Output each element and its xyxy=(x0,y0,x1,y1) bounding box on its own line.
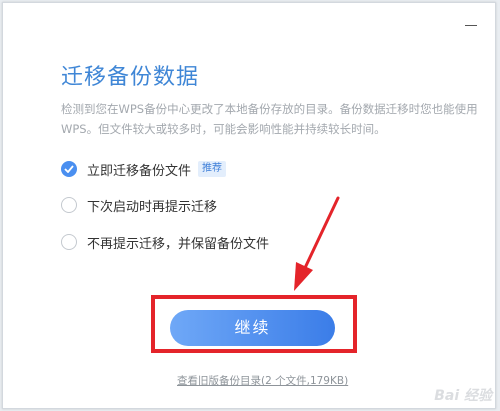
watermark: Bai 经验 xyxy=(434,385,492,405)
option-label: 下次启动时再提示迁移 xyxy=(87,199,218,215)
watermark-text: Bai 经验 xyxy=(434,388,492,404)
annotation-highlight-box xyxy=(151,295,357,353)
dialog-title: 迁移备份数据 xyxy=(61,65,200,90)
option-migrate-now[interactable]: 立即迁移备份文件 推荐 xyxy=(61,158,227,180)
option-never-remind[interactable]: 不再提示迁移，并保留备份文件 xyxy=(61,231,269,253)
radio-unchecked-icon[interactable] xyxy=(61,234,77,250)
minimize-icon[interactable] xyxy=(461,13,481,33)
dialog-description: 检测到您在WPS备份中心更改了本地备份存放的目录。备份数据迁移时您也能使用WPS… xyxy=(61,102,478,136)
option-label: 立即迁移备份文件 xyxy=(87,163,192,179)
view-old-backup-directory-link[interactable]: 查看旧版备份目录(2 个文件,179KB) xyxy=(177,373,348,388)
recommended-badge: 推荐 xyxy=(198,161,227,177)
radio-unchecked-icon[interactable] xyxy=(61,197,77,213)
screenshot-frame: 迁移备份数据 检测到您在WPS备份中心更改了本地备份存放的目录。备份数据迁移时您… xyxy=(0,0,500,411)
option-remind-next-start[interactable]: 下次启动时再提示迁移 xyxy=(61,194,217,216)
option-label: 不再提示迁移，并保留备份文件 xyxy=(87,236,270,252)
radio-checked-icon[interactable] xyxy=(61,161,77,177)
